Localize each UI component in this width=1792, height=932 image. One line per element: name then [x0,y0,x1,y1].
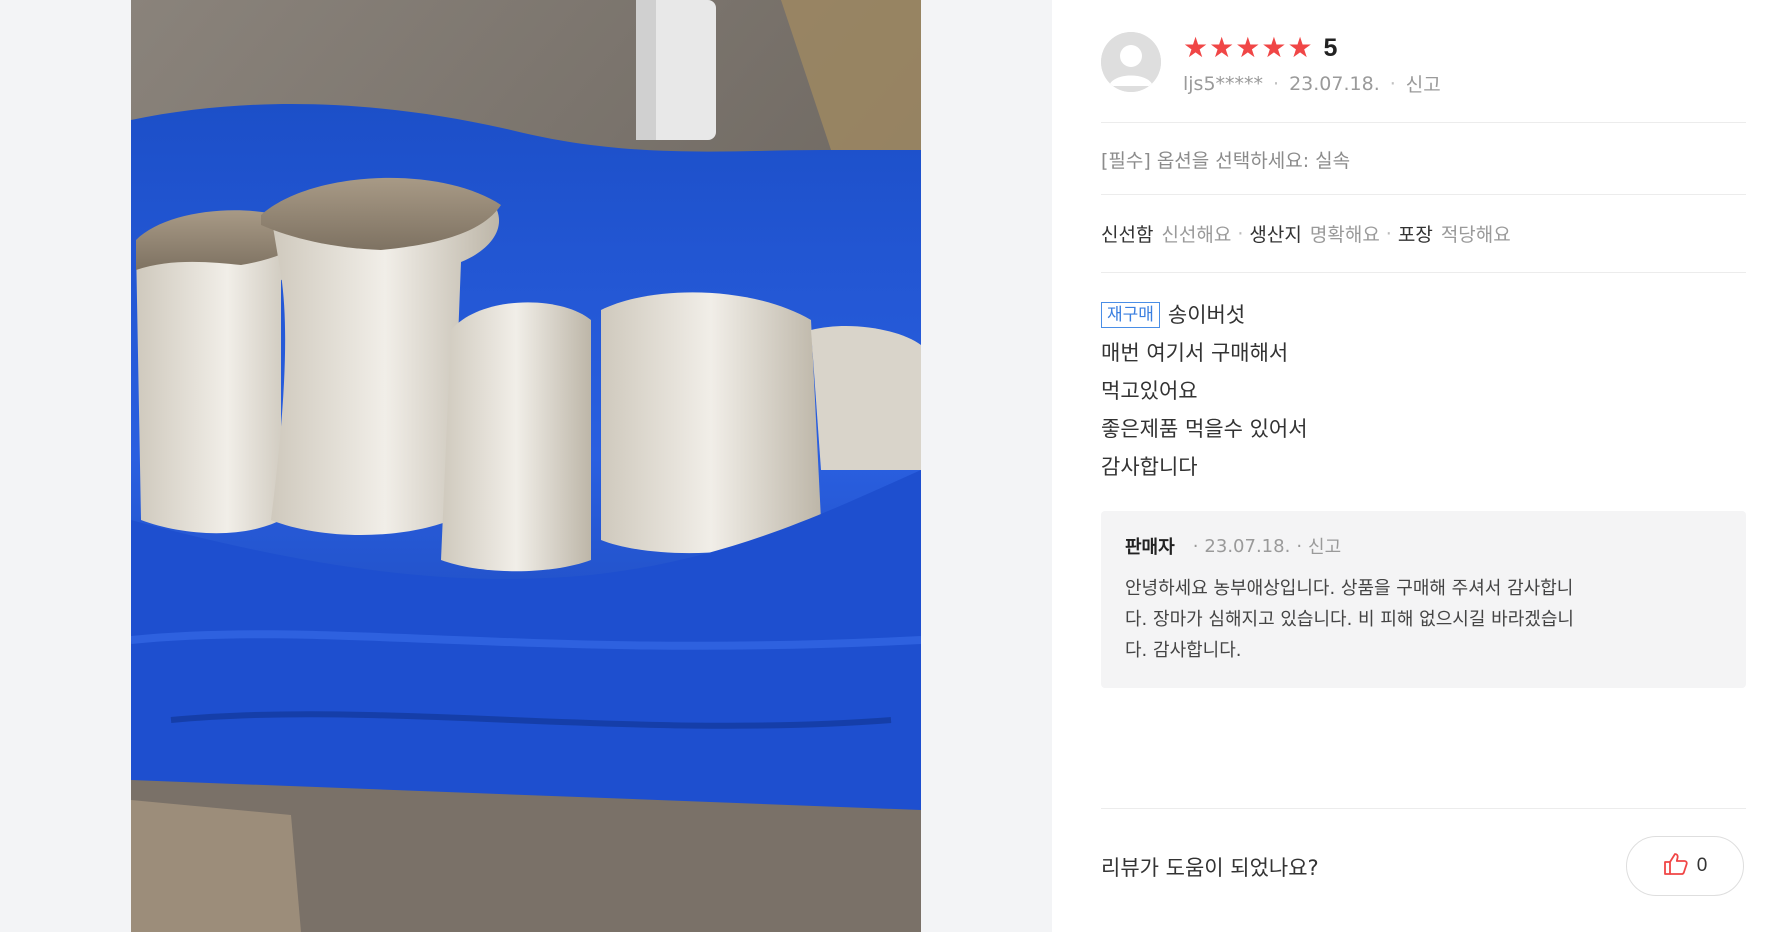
star-icon: ★ [1235,31,1261,64]
review-line: 먹고있어요 [1101,379,1198,403]
reply-line: 안녕하세요 농부애상입니다. 상품을 구매해 주셔서 감사합니 [1125,578,1574,599]
divider [1101,272,1746,273]
user-avatar-icon [1101,32,1161,92]
reply-line: 다. 감사합니다. [1125,640,1242,661]
thumbs-up-icon [1663,852,1689,880]
attribute-value: 명확해요 [1309,224,1380,246]
reviewer-id: ljs5***** [1183,72,1264,95]
divider [1101,808,1746,809]
star-icon: ★ [1287,31,1313,64]
reply-date: 23.07.18. [1204,535,1291,557]
separator-dot: · [1296,535,1303,557]
separator-dot: · [1237,222,1244,245]
reply-text: 안녕하세요 농부애상입니다. 상품을 구매해 주셔서 감사합니 다. 장마가 심… [1125,573,1725,666]
attribute-key: 포장 [1397,224,1433,246]
helpful-like-button[interactable]: 0 [1626,836,1744,896]
attribute-value: 적당해요 [1440,224,1511,246]
seller-reply: 판매자 · 23.07.18. · 신고 안녕하세요 농부애상입니다. 상품을 … [1101,511,1746,688]
divider [1101,194,1746,195]
reply-report-link[interactable]: 신고 [1308,533,1341,559]
review-line: 좋은제품 먹을수 있어서 [1101,417,1308,441]
star-icon: ★ [1261,31,1287,64]
review-meta: ljs5***** · 23.07.18. · 신고 [1183,70,1441,97]
separator-dot: · [1389,72,1396,95]
attribute-key: 신선함 [1101,224,1154,246]
rating-stars: ★ ★ ★ ★ ★ 5 [1183,33,1337,63]
review-line: 매번 여기서 구매해서 [1101,341,1289,365]
attribute-value: 신선해요 [1161,224,1232,246]
review-date: 23.07.18. [1289,72,1380,95]
like-count: 0 [1696,855,1708,876]
separator-dot: · [1273,72,1280,95]
reply-line: 다. 장마가 심해지고 있습니다. 비 피해 없으시길 바라겠습니 [1125,609,1574,630]
seller-label: 판매자 [1125,537,1175,558]
divider [1101,122,1746,123]
attribute-key: 생산지 [1249,224,1302,246]
separator-dot: · [1192,535,1199,557]
separator-dot: · [1385,222,1392,245]
star-icon: ★ [1183,31,1209,64]
review-photo[interactable] [131,0,921,932]
helpful-question: 리뷰가 도움이 되었나요? [1101,856,1319,880]
review-attributes: 신선함 신선해요 · 생산지 명확해요 · 포장 적당해요 [1101,220,1511,247]
star-icon: ★ [1209,31,1235,64]
repurchase-badge: 재구매 [1101,302,1160,328]
report-link[interactable]: 신고 [1406,70,1441,97]
review-line: 재구매 송이버섯 [1101,296,1308,334]
review-body: 재구매 송이버섯 매번 여기서 구매해서 먹고있어요 좋은제품 먹을수 있어서 감… [1101,296,1308,486]
reply-header: 판매자 · 23.07.18. · 신고 [1125,533,1341,559]
review-photo-image [131,0,921,932]
review-panel: ★ ★ ★ ★ ★ 5 ljs5***** · 23.07.18. · 신고 [… [1052,0,1792,932]
rating-score: 5 [1323,33,1338,62]
purchase-option: [필수] 옵션을 선택하세요: 실속 [1101,150,1351,172]
review-line: 감사합니다 [1101,455,1198,479]
